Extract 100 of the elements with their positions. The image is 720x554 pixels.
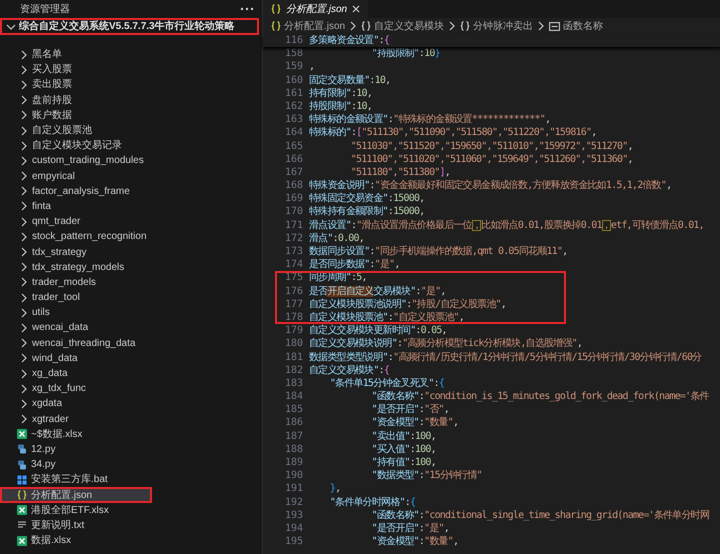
- folder-item[interactable]: 盘前持股: [0, 92, 262, 108]
- code-line: 特殊持有金额限制":15000,: [309, 205, 424, 219]
- folder-item[interactable]: wencai_data: [0, 320, 262, 336]
- breadcrumb-item[interactable]: 函数名称: [549, 18, 604, 34]
- folder-tree-root[interactable]: 综合自定义交易系统V5.5.7.7.3牛市行业轮动策略: [0, 18, 259, 35]
- line-number: 182: [284, 364, 303, 377]
- folder-item[interactable]: trader_tool: [0, 290, 262, 306]
- code-line: "条件单15分钟金叉死叉":{: [328, 376, 444, 390]
- folder-item[interactable]: 账户数据: [0, 108, 262, 123]
- breadcrumb-item[interactable]: 分析配置.json: [271, 18, 346, 34]
- code-line: 自定义模块股票池说明":"持股/自定义股票池",: [309, 298, 506, 311]
- chevron-right-icon: [20, 95, 28, 106]
- file-item[interactable]: 数据.xlsx: [0, 533, 262, 548]
- folder-item[interactable]: custom_trading_modules: [0, 153, 262, 168]
- chevron-right-icon: [20, 140, 28, 151]
- code-line: 持有限制":10,: [309, 86, 372, 100]
- line-number: 178: [284, 310, 303, 324]
- folder-item[interactable]: empyrical: [0, 168, 262, 184]
- folder-item[interactable]: trader_models: [0, 274, 262, 290]
- folder-item[interactable]: 黑名单: [0, 47, 262, 62]
- file-item[interactable]: 12.py: [0, 442, 262, 458]
- chevron-right-icon: [537, 21, 546, 31]
- line-number: 164: [284, 126, 303, 140]
- code-line: "条件单分时网格":{: [328, 496, 416, 509]
- spreadsheet-file-icon: [17, 505, 27, 516]
- more-icon[interactable]: [240, 7, 254, 11]
- chevron-right-icon: [20, 156, 28, 166]
- field-icon: [549, 22, 560, 30]
- folder-item[interactable]: stock_pattern_recognition: [0, 229, 262, 244]
- line-number: 194: [284, 522, 303, 536]
- code-line: },: [328, 482, 340, 496]
- chevron-right-icon: [20, 110, 28, 120]
- folder-item[interactable]: wencai_threading_data: [0, 336, 262, 351]
- braces-icon: [17, 490, 27, 500]
- code-line: "持有值":100,: [370, 456, 436, 470]
- editor-tab[interactable]: 分析配置.json: [263, 0, 368, 18]
- line-number: 179: [284, 324, 303, 338]
- code-line: "511030","511520","159650","511010","159972","511270",: [350, 140, 633, 153]
- code-line: 固定交易数量":10,: [309, 74, 390, 87]
- close-icon[interactable]: [352, 5, 360, 13]
- breadcrumb-item[interactable]: 分钟脉冲卖出: [460, 18, 534, 34]
- python-file-icon: [17, 444, 27, 454]
- windows-file-icon: [17, 474, 27, 485]
- file-item[interactable]: ~$数据.xlsx: [0, 426, 262, 442]
- code-line: 数据类型类型说明":"高频行情/历史行情/1分钟行情/5分钟行情/15分钟行情/30分钟行情/60分: [309, 350, 702, 364]
- code-line: "数据类型":"15分钟行情": [370, 469, 482, 482]
- folder-item[interactable]: factor_analysis_frame: [0, 184, 262, 199]
- line-number: 186: [284, 416, 303, 430]
- line-number: 190: [284, 469, 303, 482]
- folder-item[interactable]: xg_tdx_func: [0, 381, 262, 396]
- breadcrumb-item[interactable]: 自定义交易模块: [361, 18, 444, 34]
- braces-icon: [271, 21, 281, 31]
- code-line: 是否开启自定义交易模块":"是",: [309, 284, 446, 298]
- line-number: 180: [284, 337, 303, 350]
- folder-item[interactable]: 卖出股票: [0, 77, 262, 93]
- chevron-right-icon: [20, 398, 28, 409]
- panel-title: 资源管理器: [20, 2, 70, 16]
- chevron-right-icon: [20, 247, 28, 258]
- folder-item[interactable]: 自定义模块交易记录: [0, 138, 262, 154]
- folder-item[interactable]: xgdata: [0, 396, 262, 412]
- chevron-right-icon: [20, 262, 28, 272]
- chevron-down-icon: [6, 22, 16, 30]
- file-item[interactable]: 港股全部ETF.xlsx: [0, 502, 262, 518]
- python-file-icon: [17, 460, 27, 470]
- line-number: 116: [284, 34, 303, 48]
- line-number: 177: [284, 298, 303, 311]
- code-line: 数据同步设置":"同步手机端操作的数据,qmt 0.05同花顺11",: [309, 245, 568, 258]
- folder-item[interactable]: 自定义股票池: [0, 122, 262, 138]
- line-number: 173: [284, 245, 303, 258]
- line-number: 159: [284, 60, 303, 74]
- folder-item[interactable]: utils: [0, 305, 262, 320]
- file-item[interactable]: 分析配置.json: [0, 487, 152, 503]
- chevron-right-icon: [20, 277, 28, 288]
- code-line: 特殊资金说明":"资金金额最好和固定交易金额成倍数,方便释放资金比如1.5,1,2倍数",: [309, 179, 672, 192]
- line-number: 168: [284, 179, 303, 192]
- folder-item[interactable]: tdx_strategy_models: [0, 260, 262, 275]
- chevron-right-icon: [20, 338, 28, 348]
- line-number: 165: [284, 140, 303, 153]
- chevron-right-icon: [349, 21, 358, 31]
- file-item[interactable]: 更新说明.txt: [0, 518, 262, 533]
- chevron-right-icon: [20, 50, 28, 60]
- chevron-right-icon: [20, 322, 28, 333]
- folder-item[interactable]: xg_data: [0, 366, 262, 382]
- line-number: 169: [284, 192, 303, 206]
- file-item[interactable]: 安装第三方库.bat: [0, 472, 262, 488]
- line-number: 193: [284, 508, 303, 522]
- folder-item[interactable]: finta: [0, 198, 262, 214]
- code-line: "是否开启":"是",: [370, 522, 450, 536]
- folder-item[interactable]: wind_data: [0, 350, 262, 366]
- chevron-right-icon: [20, 126, 28, 136]
- folder-item[interactable]: xgtrader: [0, 412, 262, 427]
- folder-item[interactable]: tdx_strategy: [0, 244, 262, 260]
- line-number: 185: [284, 403, 303, 416]
- file-item[interactable]: 34.py: [0, 457, 262, 472]
- code-line: "卖出值":100,: [370, 430, 436, 443]
- code-line: 多策略资金设置":{: [309, 34, 390, 48]
- folder-item[interactable]: qmt_trader: [0, 214, 262, 230]
- folder-item[interactable]: 买入股票: [0, 62, 262, 78]
- code-line: "511180","511380"],: [350, 166, 450, 180]
- braces-icon: [361, 21, 372, 31]
